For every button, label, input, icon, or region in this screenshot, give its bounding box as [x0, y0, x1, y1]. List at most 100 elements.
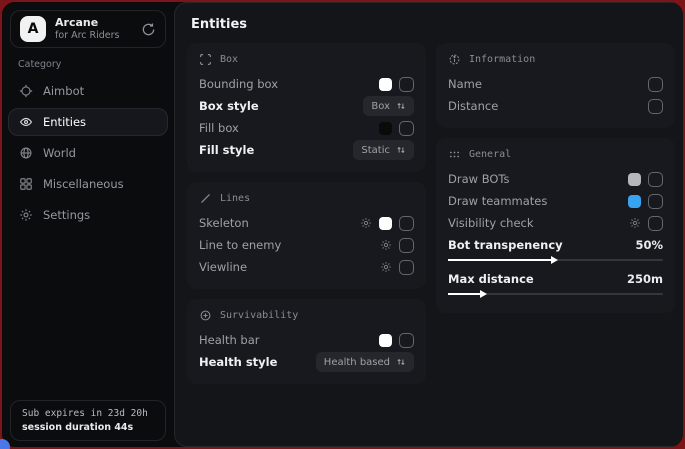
sidebar-nav: Aimbot Entities World [2, 77, 174, 229]
updown-arrows-icon [396, 101, 406, 111]
box-corners-icon [199, 53, 212, 66]
setting-row-distance: Distance [448, 95, 663, 117]
draw-teammates-label: Draw teammates [448, 194, 547, 208]
app-subtitle: for Arc Riders [55, 30, 120, 42]
survivability-panel: Survivability Health bar Health style He… [187, 299, 426, 384]
sidebar-item-miscellaneous[interactable]: Miscellaneous [8, 170, 168, 198]
survivability-icon [199, 309, 212, 322]
fill-style-value: Static [361, 145, 390, 156]
fill-box-label: Fill box [199, 121, 239, 135]
fill-style-dropdown[interactable]: Static [353, 140, 414, 160]
information-panel: Information Name Distance [436, 43, 675, 128]
app-logo: A [20, 16, 46, 42]
draw-bots-color-swatch[interactable] [628, 173, 641, 186]
draw-teammates-checkbox[interactable] [648, 194, 663, 209]
survivability-panel-title: Survivability [220, 310, 298, 321]
box-panel-header: Box [199, 53, 414, 66]
setting-row-draw-teammates: Draw teammates [448, 190, 663, 212]
setting-row-draw-bots: Draw BOTs [448, 168, 663, 190]
visibility-check-settings-icon[interactable] [629, 217, 641, 229]
max-distance-value: 250m [627, 272, 663, 286]
survivability-panel-header: Survivability [199, 309, 414, 322]
draw-teammates-color-swatch[interactable] [628, 195, 641, 208]
subscription-card: Sub expires in 23d 20h session duration … [10, 400, 166, 441]
lines-panel: Lines Skeleton Line to enemy [187, 182, 426, 289]
health-style-value: Health based [324, 357, 390, 368]
bot-transparency-header-row: Bot transpenency 50% [448, 234, 663, 256]
line-to-enemy-checkbox[interactable] [399, 238, 414, 253]
fill-box-color-swatch[interactable] [379, 122, 392, 135]
skeleton-label: Skeleton [199, 216, 249, 230]
box-panel-title: Box [220, 54, 238, 65]
information-panel-title: Information [469, 54, 535, 65]
sidebar-item-label: Aimbot [43, 84, 84, 98]
setting-row-bounding-box: Bounding box [199, 73, 414, 95]
refresh-icon[interactable] [141, 22, 156, 37]
skeleton-checkbox[interactable] [399, 216, 414, 231]
health-style-dropdown[interactable]: Health based [316, 352, 414, 372]
globe-icon [19, 146, 33, 160]
max-distance-label: Max distance [448, 272, 534, 286]
sidebar-item-label: Entities [43, 115, 86, 129]
distance-label: Distance [448, 99, 498, 113]
page-title: Entities [191, 17, 683, 32]
box-panel: Box Bounding box Box style Box [187, 43, 426, 172]
setting-row-skeleton: Skeleton [199, 212, 414, 234]
main-panel: Entities Box Bounding box [174, 2, 683, 447]
viewline-label: Viewline [199, 260, 247, 274]
health-style-label: Health style [199, 355, 277, 369]
app-window: A Arcane for Arc Riders Category Aimbot [2, 2, 683, 447]
box-style-label: Box style [199, 99, 259, 113]
draw-bots-checkbox[interactable] [648, 172, 663, 187]
skeleton-settings-icon[interactable] [360, 217, 372, 229]
health-bar-checkbox[interactable] [399, 333, 414, 348]
slider-fill [448, 293, 485, 295]
setting-row-health-bar: Health bar [199, 329, 414, 351]
setting-row-viewline: Viewline [199, 256, 414, 278]
skeleton-color-swatch[interactable] [379, 217, 392, 230]
crosshair-icon [19, 84, 33, 98]
session-duration-text: session duration 44s [22, 422, 154, 433]
bounding-box-label: Bounding box [199, 77, 278, 91]
health-bar-color-swatch[interactable] [379, 334, 392, 347]
general-panel: General Draw BOTs Draw teammates [436, 138, 675, 313]
lines-panel-header: Lines [199, 192, 414, 205]
bounding-box-color-swatch[interactable] [379, 78, 392, 91]
gear-icon [19, 208, 33, 222]
distance-checkbox[interactable] [648, 99, 663, 114]
sidebar-item-entities[interactable]: Entities [8, 108, 168, 136]
general-panel-header: General [448, 148, 663, 161]
setting-row-name: Name [448, 73, 663, 95]
fill-box-checkbox[interactable] [399, 121, 414, 136]
right-column: Information Name Distance [436, 43, 675, 384]
viewline-checkbox[interactable] [399, 260, 414, 275]
category-label: Category [18, 59, 174, 70]
setting-row-health-style: Health style Health based [199, 351, 414, 373]
bounding-box-checkbox[interactable] [399, 77, 414, 92]
max-distance-slider[interactable] [448, 290, 663, 299]
sidebar-item-settings[interactable]: Settings [8, 201, 168, 229]
sub-expiry-text: Sub expires in 23d 20h [22, 408, 154, 419]
viewline-settings-icon[interactable] [380, 261, 392, 273]
dots-grid-icon [448, 148, 461, 161]
name-checkbox[interactable] [648, 77, 663, 92]
updown-arrows-icon [396, 145, 406, 155]
logo-card: A Arcane for Arc Riders [10, 10, 166, 48]
app-title-block: Arcane for Arc Riders [55, 16, 120, 42]
sidebar-item-aimbot[interactable]: Aimbot [8, 77, 168, 105]
line-to-enemy-label: Line to enemy [199, 238, 281, 252]
line-icon [199, 192, 212, 205]
max-distance-header-row: Max distance 250m [448, 268, 663, 290]
sidebar-item-label: Settings [43, 208, 90, 222]
box-style-dropdown[interactable]: Box [363, 96, 414, 116]
line-to-enemy-settings-icon[interactable] [380, 239, 392, 251]
lines-panel-title: Lines [220, 193, 250, 204]
general-panel-title: General [469, 149, 511, 160]
bot-transparency-slider[interactable] [448, 256, 663, 265]
health-bar-label: Health bar [199, 333, 260, 347]
visibility-check-checkbox[interactable] [648, 216, 663, 231]
draw-bots-label: Draw BOTs [448, 172, 510, 186]
name-label: Name [448, 77, 482, 91]
bot-transparency-label: Bot transpenency [448, 238, 563, 252]
sidebar-item-world[interactable]: World [8, 139, 168, 167]
